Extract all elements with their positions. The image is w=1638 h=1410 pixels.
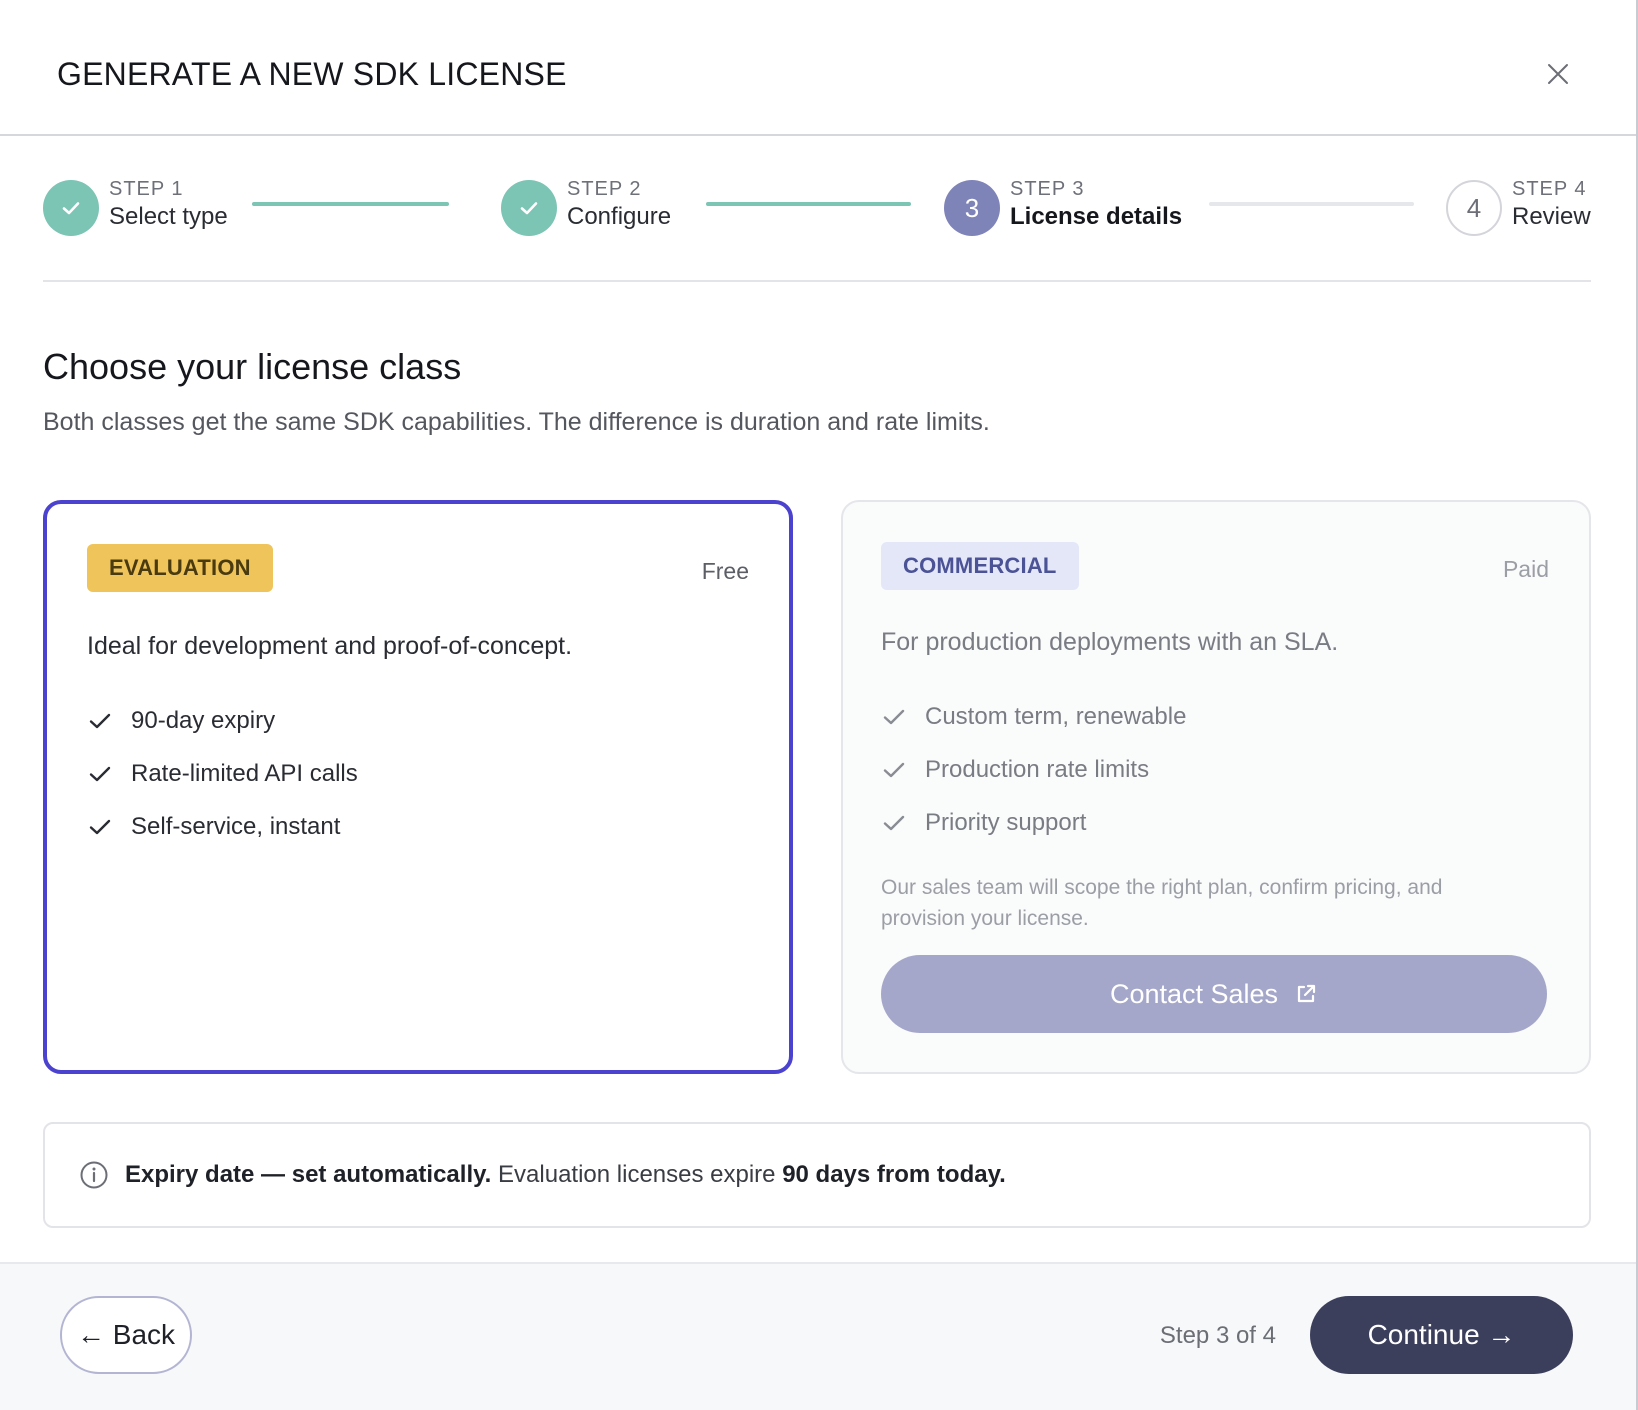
expiry-info-text: Expiry date — set automatically. Evaluat…	[125, 1161, 1006, 1189]
info-emphasis: 90 days from today.	[782, 1161, 1006, 1188]
section-subtitle: Both classes get the same SDK capabiliti…	[43, 408, 990, 436]
step-connector	[252, 202, 449, 206]
evaluation-badge: EVALUATION	[87, 544, 273, 592]
feature-item: Production rate limits	[881, 743, 1186, 796]
step-number: STEP 2	[567, 178, 642, 200]
feature-label: Priority support	[925, 808, 1087, 836]
check-icon	[62, 202, 80, 215]
continue-button[interactable]: Continue →	[1310, 1296, 1573, 1374]
external-link-icon	[1297, 984, 1316, 1003]
expiry-info-box: Expiry date — set automatically. Evaluat…	[43, 1122, 1591, 1228]
step-label: License details	[1010, 203, 1183, 230]
feature-label: Self-service, instant	[131, 812, 341, 840]
feature-label: Rate-limited API calls	[131, 759, 358, 787]
feature-item: Priority support	[881, 796, 1186, 849]
step-3-circle: 3	[944, 180, 1000, 236]
check-icon	[883, 709, 905, 724]
sales-note: Our sales team will scope the right plan…	[881, 876, 1443, 930]
step-count: Step 3 of 4	[1159, 1322, 1276, 1349]
step-label: Review	[1512, 203, 1591, 230]
evaluation-price: Free	[701, 558, 749, 584]
commercial-card[interactable]: COMMERCIAL Paid For production deploymen…	[841, 500, 1591, 1074]
step-number: STEP 3	[1010, 178, 1085, 200]
step-connector	[706, 202, 911, 206]
contact-sales-button[interactable]: Contact Sales	[881, 955, 1547, 1033]
close-button[interactable]	[1540, 56, 1576, 92]
modal-header: GENERATE A NEW SDK LICENSE	[0, 0, 1636, 136]
info-body: Evaluation licenses expire	[491, 1161, 783, 1188]
evaluation-card[interactable]: EVALUATION Free Ideal for development an…	[43, 500, 793, 1074]
feature-label: Production rate limits	[925, 755, 1150, 783]
back-button[interactable]: ← Back	[60, 1296, 192, 1374]
info-icon	[80, 1161, 108, 1189]
stepper: STEP 1 Select type STEP 2 Configure 3 ST…	[43, 172, 1591, 282]
feature-item: Rate-limited API calls	[87, 747, 358, 800]
commercial-price: Paid	[1502, 556, 1549, 582]
step-label: Configure	[567, 203, 672, 230]
info-lead: Expiry date — set automatically.	[125, 1161, 492, 1188]
evaluation-features: 90-day expiry Rate-limited API calls Sel…	[87, 694, 358, 853]
check-icon	[89, 819, 111, 834]
commercial-badge: COMMERCIAL	[881, 542, 1079, 590]
check-icon	[89, 713, 111, 728]
step-number: STEP 4	[1512, 178, 1587, 200]
close-icon	[1548, 64, 1568, 84]
feature-item: Custom term, renewable	[881, 690, 1186, 743]
feature-item: Self-service, instant	[87, 800, 358, 853]
license-modal: GENERATE A NEW SDK LICENSE STEP 1 Select…	[0, 0, 1638, 1410]
commercial-description: For production deployments with an SLA.	[881, 628, 1339, 656]
feature-label: 90-day expiry	[131, 706, 276, 734]
step-1-circle	[43, 180, 99, 236]
modal-title: GENERATE A NEW SDK LICENSE	[57, 56, 567, 92]
check-icon	[89, 766, 111, 781]
feature-label: Custom term, renewable	[925, 702, 1187, 730]
modal-footer: ← Back Step 3 of 4 Continue →	[0, 1262, 1636, 1410]
commercial-features: Custom term, renewable Production rate l…	[881, 690, 1186, 849]
step-connector	[1209, 202, 1414, 206]
section-title: Choose your license class	[43, 346, 462, 387]
check-icon	[520, 202, 538, 215]
step-4-circle: 4	[1446, 180, 1502, 236]
step-2-circle	[501, 180, 557, 236]
evaluation-description: Ideal for development and proof-of-conce…	[87, 632, 573, 660]
check-icon	[883, 815, 905, 830]
feature-item: 90-day expiry	[87, 694, 358, 747]
step-label: Select type	[109, 203, 228, 230]
contact-sales-label: Contact Sales	[1109, 978, 1279, 1009]
check-icon	[883, 762, 905, 777]
step-number: STEP 1	[109, 178, 184, 200]
